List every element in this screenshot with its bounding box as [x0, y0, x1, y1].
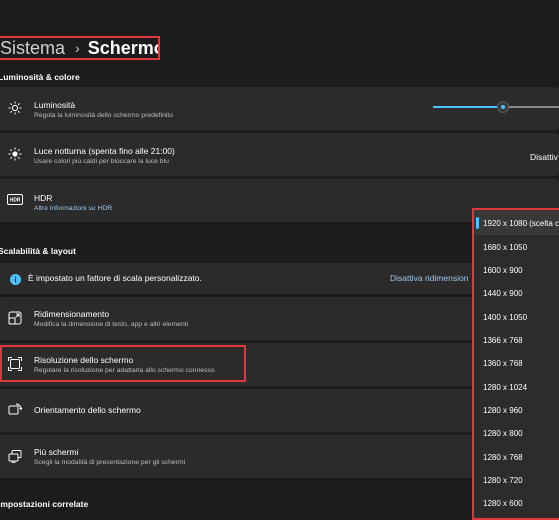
resolution-option[interactable]: 1280 x 960	[483, 406, 523, 415]
night-light-status: Disattiv	[530, 152, 558, 162]
resolution-option[interactable]: 1600 x 900	[483, 266, 523, 275]
svg-text:HDR: HDR	[10, 198, 21, 204]
resolution-option[interactable]: 1680 x 1050	[483, 243, 527, 252]
scale-notice-text: È impostato un fattore di scala personal…	[28, 273, 202, 283]
night-light-sun-icon	[8, 147, 22, 161]
info-icon	[8, 272, 22, 286]
brightness-slider-thumb[interactable]	[497, 101, 509, 113]
resolution-option[interactable]: 1920 x 1080 (scelta c	[483, 219, 559, 228]
resolution-option[interactable]: 1280 x 768	[483, 453, 523, 462]
breadcrumb: Sistema › Schermo	[0, 36, 160, 60]
night-light-subtitle: Usare colori più caldi per bloccare la l…	[34, 158, 169, 165]
resolution-option[interactable]: 1280 x 1024	[483, 383, 527, 392]
brightness-slider[interactable]	[433, 101, 559, 113]
hdr-title: HDR	[34, 193, 53, 203]
resolution-option[interactable]: 1440 x 900	[483, 289, 523, 298]
resolution-option[interactable]: 1366 x 768	[483, 336, 523, 345]
section-title-scale-layout: Scalabilità & layout	[0, 246, 76, 256]
resolution-highlight-box	[0, 345, 246, 382]
sun-icon	[8, 101, 22, 115]
section-title-related-settings: Impostazioni correlate	[0, 499, 89, 509]
hdr-info-link[interactable]: Altre informazioni su HDR	[34, 205, 112, 212]
resolution-option[interactable]: 1360 x 768	[483, 359, 523, 368]
resolution-dropdown[interactable]: 1920 x 1080 (scelta c 1680 x 1050 1600 x…	[472, 208, 559, 520]
disable-custom-scale-link[interactable]: Disattiva ridimension	[390, 273, 468, 283]
scaling-title: Ridimensionamento	[34, 309, 110, 319]
page-title: Schermo	[87, 37, 160, 58]
hdr-icon: HDR	[7, 194, 23, 205]
multi-display-subtitle: Scegli la modalità di presentazione per …	[34, 459, 186, 466]
multi-display-icon	[8, 449, 22, 463]
brightness-title: Luminosità	[34, 100, 76, 110]
scale-icon	[8, 311, 22, 325]
brightness-slider-fill	[433, 106, 502, 108]
section-title-brightness-color: Luminosità & colore	[0, 72, 80, 82]
brightness-subtitle: Regola la luminosità dello schermo prede…	[34, 112, 174, 119]
orientation-title: Orientamento dello schermo	[34, 405, 141, 415]
scaling-subtitle: Modifica la dimensione di testo, app e a…	[34, 321, 189, 328]
multi-display-title: Più schermi	[34, 447, 79, 457]
night-light-card[interactable]: Luce notturna (spenta fino alle 21:00) U…	[0, 133, 559, 176]
resolution-option[interactable]: 1400 x 1050	[483, 313, 527, 322]
orientation-icon	[8, 403, 22, 417]
brightness-card: Luminosità Regola la luminosità dello sc…	[0, 87, 559, 130]
resolution-option[interactable]: 1280 x 600	[483, 499, 523, 508]
dropdown-selected-indicator	[476, 217, 479, 229]
night-light-title: Luce notturna (spenta fino alle 21:00)	[34, 146, 175, 156]
breadcrumb-parent[interactable]: Sistema	[0, 38, 65, 58]
resolution-option[interactable]: 1280 x 720	[483, 476, 523, 485]
resolution-option[interactable]: 1280 x 800	[483, 429, 523, 438]
breadcrumb-separator-icon: ›	[75, 40, 80, 56]
